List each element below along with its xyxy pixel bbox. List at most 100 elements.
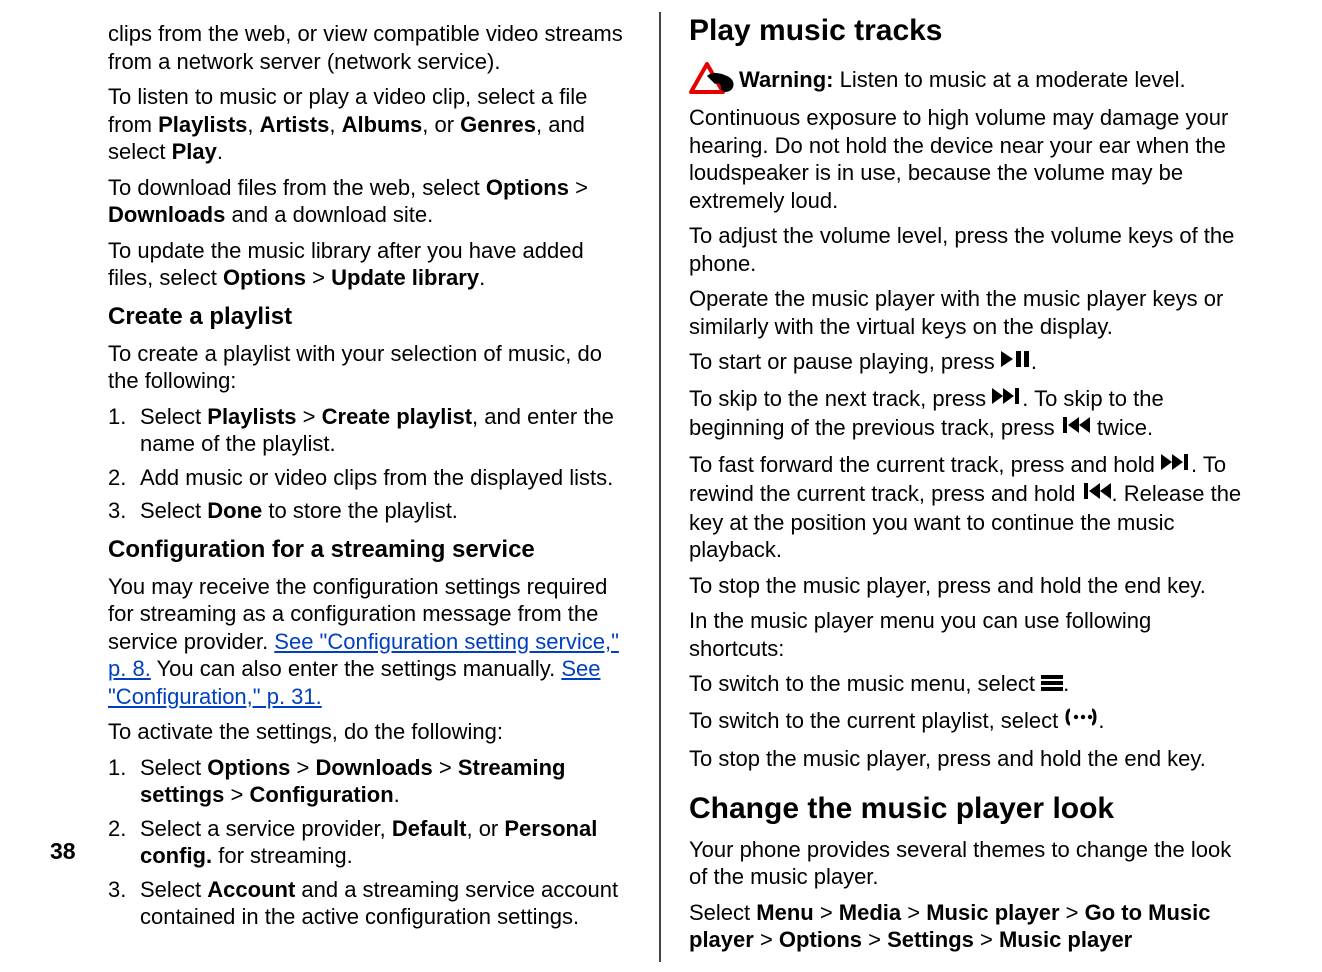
ordered-list: 1. Select Playlists > Create playlist, a… [108, 403, 631, 525]
list-number: 2. [108, 464, 140, 492]
text: To start or pause playing, press [689, 349, 1001, 374]
text: . [217, 139, 223, 164]
label-menu: Menu [756, 900, 813, 925]
list-body: Select Playlists > Create playlist, and … [140, 403, 631, 458]
paragraph: In the music player menu you can use fol… [689, 607, 1244, 662]
text: > [974, 927, 999, 952]
label-options: Options [223, 265, 306, 290]
label-options: Options [779, 927, 862, 952]
label-create-playlist: Create playlist [322, 404, 472, 429]
list-number: 1. [108, 403, 140, 458]
text: To download files from the web, select [108, 175, 486, 200]
paragraph: To update the music library after you ha… [108, 237, 631, 292]
text: for streaming. [212, 843, 353, 868]
text: . [479, 265, 485, 290]
page-number: 38 [50, 838, 76, 865]
text: Select [140, 755, 207, 780]
label-playlists: Playlists [158, 112, 247, 137]
text: , [329, 112, 341, 137]
label-settings: Settings [887, 927, 974, 952]
text: > [901, 900, 926, 925]
list-body: Select Account and a streaming service a… [140, 876, 631, 931]
text: Select [140, 498, 207, 523]
text: > [814, 900, 839, 925]
warning-label: Warning: [739, 67, 834, 92]
heading-create-playlist: Create a playlist [108, 302, 631, 332]
play-pause-icon [1001, 347, 1031, 375]
label-update-library: Update library [331, 265, 479, 290]
label-play: Play [172, 139, 217, 164]
list-item: 2. Add music or video clips from the dis… [108, 464, 631, 492]
text: > [862, 927, 887, 952]
heading-play-music-tracks: Play music tracks [689, 12, 1244, 50]
text: to store the playlist. [262, 498, 458, 523]
skip-forward-icon [1161, 450, 1191, 478]
paragraph: To adjust the volume level, press the vo… [689, 222, 1244, 277]
paragraph: To activate the settings, do the followi… [108, 718, 631, 746]
text: Select a service provider, [140, 816, 392, 841]
paragraph: To create a playlist with your selection… [108, 340, 631, 395]
warning-icon [689, 62, 737, 109]
paragraph: Operate the music player with the music … [689, 285, 1244, 340]
text: > [290, 755, 315, 780]
label-media: Media [839, 900, 901, 925]
text: Select [689, 900, 756, 925]
label-done: Done [207, 498, 262, 523]
text: , or [466, 816, 504, 841]
label-artists: Artists [260, 112, 330, 137]
text: > [569, 175, 588, 200]
text: > [1060, 900, 1085, 925]
paragraph: To start or pause playing, press . [689, 348, 1244, 377]
paragraph: To skip to the next track, press . To sk… [689, 385, 1244, 443]
text: > [754, 927, 779, 952]
list-body: Select Done to store the playlist. [140, 497, 631, 525]
text: > [297, 404, 322, 429]
text: . [1063, 671, 1069, 696]
label-downloads: Downloads [108, 202, 225, 227]
label-downloads: Downloads [315, 755, 432, 780]
menu-icon [1041, 670, 1063, 698]
text: . [1031, 349, 1037, 374]
label-account: Account [207, 877, 295, 902]
paragraph: To fast forward the current track, press… [689, 451, 1244, 564]
text: > [306, 265, 331, 290]
skip-forward-icon [992, 384, 1022, 412]
playlist-icon [1064, 706, 1098, 735]
list-number: 2. [108, 815, 140, 870]
label-music-player: Music player [999, 927, 1132, 952]
label-options: Options [486, 175, 569, 200]
label-default: Default [392, 816, 467, 841]
list-item: 1. Select Options > Downloads > Streamin… [108, 754, 631, 809]
list-body: Select Options > Downloads > Streaming s… [140, 754, 631, 809]
label-playlists: Playlists [207, 404, 296, 429]
label-genres: Genres [460, 112, 536, 137]
list-item: 3. Select Done to store the playlist. [108, 497, 631, 525]
label-options: Options [207, 755, 290, 780]
list-item: 1. Select Playlists > Create playlist, a… [108, 403, 631, 458]
list-number: 3. [108, 876, 140, 931]
page-root: clips from the web, or view compatible v… [0, 0, 1322, 972]
list-body: Add music or video clips from the displa… [140, 464, 631, 492]
skip-backward-icon [1061, 413, 1091, 441]
paragraph: Select Menu > Media > Music player > Go … [689, 899, 1244, 954]
left-column: clips from the web, or view compatible v… [18, 12, 661, 962]
text: twice. [1091, 415, 1153, 440]
text: You can also enter the settings manually… [151, 656, 562, 681]
heading-configuration: Configuration for a streaming service [108, 535, 631, 565]
text: and a download site. [225, 202, 433, 227]
skip-backward-icon [1082, 479, 1112, 507]
text: Select [140, 877, 207, 902]
paragraph: To stop the music player, press and hold… [689, 572, 1244, 600]
paragraph: To download files from the web, select O… [108, 174, 631, 229]
paragraph: To switch to the current playlist, selec… [689, 707, 1244, 736]
ordered-list: 1. Select Options > Downloads > Streamin… [108, 754, 631, 931]
heading-change-look: Change the music player look [689, 790, 1244, 828]
text: . [394, 782, 400, 807]
text: , or [422, 112, 460, 137]
text: To switch to the music menu, select [689, 671, 1041, 696]
paragraph: Your phone provides several themes to ch… [689, 836, 1244, 891]
text: To switch to the current playlist, selec… [689, 708, 1064, 733]
list-body: Select a service provider, Default, or P… [140, 815, 631, 870]
text: To skip to the next track, press [689, 386, 992, 411]
warning-paragraph: Warning: Listen to music at a moderate l… [689, 58, 1244, 215]
